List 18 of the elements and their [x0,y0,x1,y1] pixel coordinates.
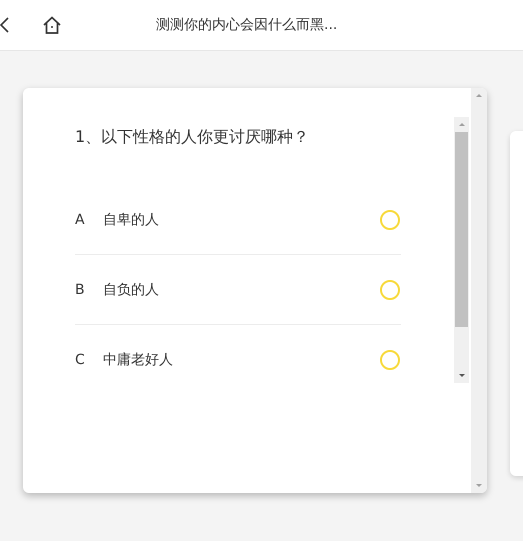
option-label: 自卑的人 [103,210,160,228]
scrollbar[interactable] [454,117,469,383]
radio-button[interactable] [380,350,400,370]
page-title: 测测你的内心会因什么而黑... [156,16,338,34]
back-icon[interactable] [0,17,9,33]
option-letter: C [75,352,86,368]
radio-button[interactable] [380,280,400,300]
option-letter: A [75,212,86,228]
scrollbar[interactable] [471,88,487,493]
option-label: 中庸老好人 [103,351,174,369]
home-icon[interactable] [42,16,62,34]
radio-button[interactable] [380,210,400,230]
option-label: 自负的人 [103,280,160,298]
option-letter: B [75,282,86,298]
answer-option[interactable]: A 自卑的人 [75,185,401,255]
answer-option[interactable]: B 自负的人 [75,255,401,325]
answer-option[interactable]: C 中庸老好人 [75,325,401,395]
question-text: 1、以下性格的人你更讨厌哪种？ [75,126,310,148]
